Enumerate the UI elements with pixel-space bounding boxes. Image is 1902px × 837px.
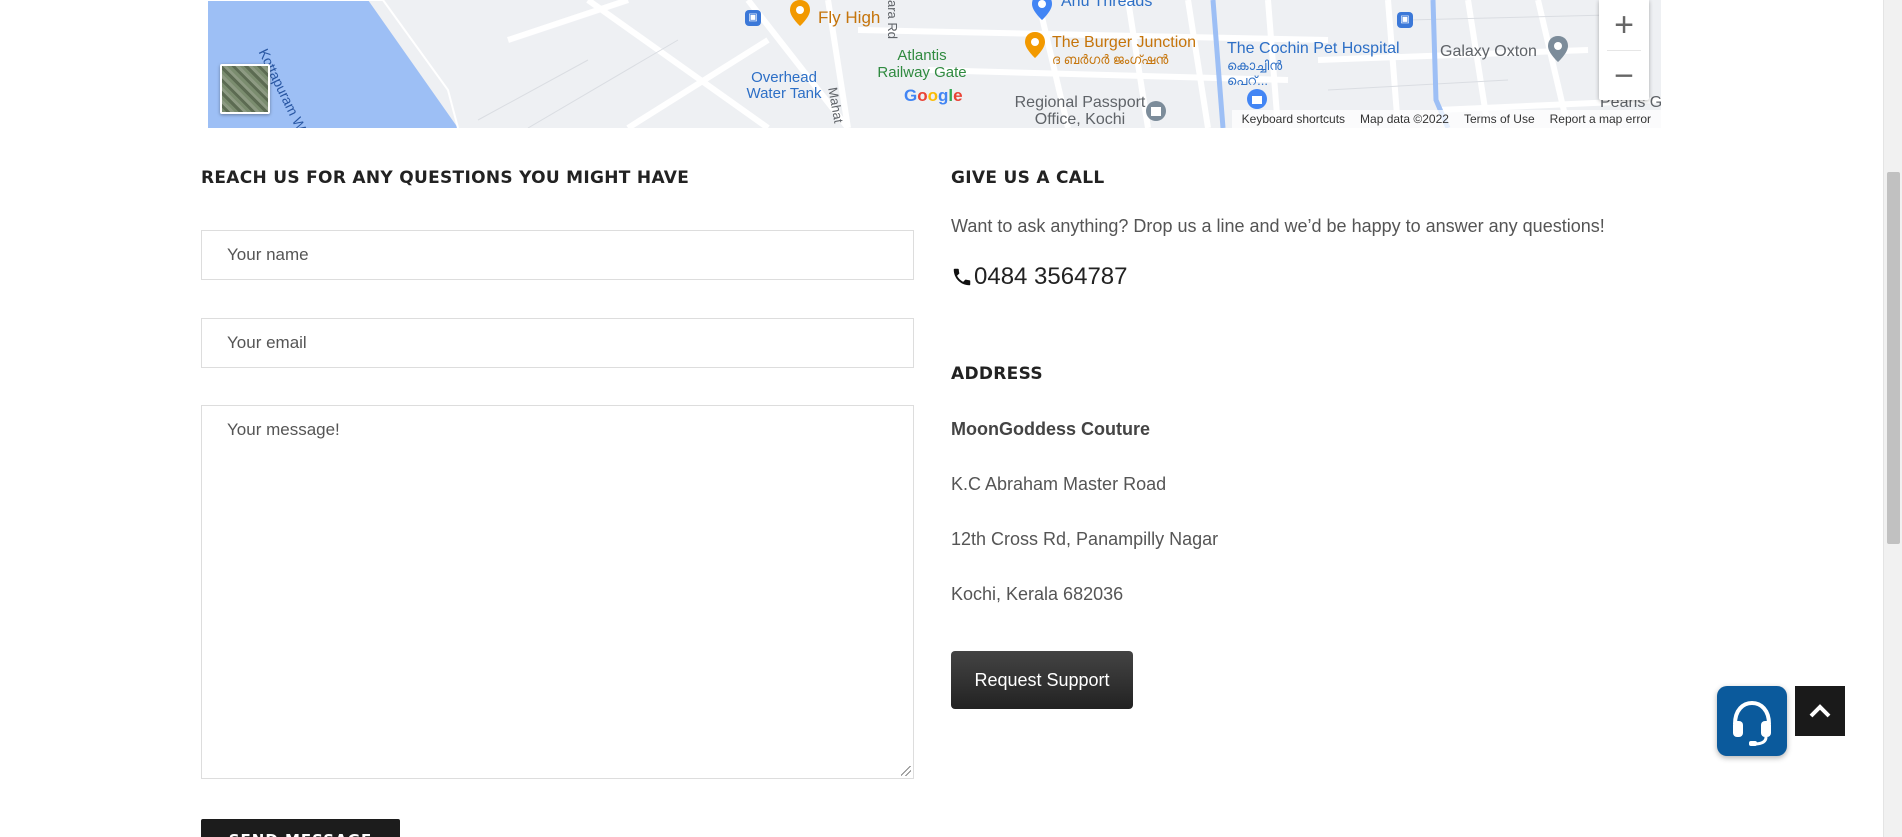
headset-icon xyxy=(1733,700,1771,746)
embedded-map[interactable]: Kottapuram Waterway ▣ Fly High ara Rd At… xyxy=(208,0,1661,128)
map-label-galaxy-oxton: Galaxy Oxton xyxy=(1440,43,1537,60)
map-data-text: Map data ©2022 xyxy=(1360,112,1449,126)
zoom-in-button[interactable]: + xyxy=(1599,0,1649,50)
message-textarea[interactable]: Your message! xyxy=(201,405,914,779)
phone-number-text: 0484 3564787 xyxy=(974,263,1128,290)
name-input[interactable]: Your name xyxy=(201,230,914,280)
satellite-toggle-button[interactable] xyxy=(220,64,270,114)
phone-number[interactable]: 0484 3564787 xyxy=(951,263,1128,291)
bus-stop-icon[interactable]: ▣ xyxy=(745,10,761,26)
map-label-anu-threads: Anu Threads xyxy=(1061,0,1153,10)
resize-handle-icon[interactable] xyxy=(901,766,911,776)
address-line-3: Kochi, Kerala 682036 xyxy=(951,584,1124,604)
keyboard-shortcuts-link[interactable]: Keyboard shortcuts xyxy=(1242,112,1345,126)
name-input-placeholder: Your name xyxy=(227,245,309,264)
address-heading: ADDRESS xyxy=(951,364,1043,384)
help-chat-widget[interactable] xyxy=(1717,686,1787,756)
map-label-burger-junction: The Burger Junction xyxy=(1052,34,1197,51)
page-scrollbar[interactable] xyxy=(1883,0,1902,837)
email-input[interactable]: Your email xyxy=(201,318,914,368)
call-heading: GIVE US A CALL xyxy=(951,168,1105,188)
government-icon[interactable] xyxy=(1145,100,1167,126)
back-to-top-button[interactable] xyxy=(1795,686,1845,736)
google-logo: Google xyxy=(904,86,963,105)
request-support-button[interactable]: Request Support xyxy=(951,651,1133,709)
company-name: MoonGoddess Couture xyxy=(951,419,1150,439)
report-map-error-link[interactable]: Report a map error xyxy=(1550,112,1651,126)
burger-pin-icon[interactable] xyxy=(1024,32,1046,58)
call-description: Want to ask anything? Drop us a line and… xyxy=(951,216,1605,236)
map-footer: Keyboard shortcuts Map data ©2022 Terms … xyxy=(1231,110,1661,128)
restaurant-pin-icon[interactable] xyxy=(789,0,811,26)
message-textarea-placeholder: Your message! xyxy=(227,420,340,439)
chevron-up-icon xyxy=(1809,704,1831,718)
zoom-out-button[interactable]: − xyxy=(1599,51,1649,101)
map-label-burger-junction-ml: ദ ബർഗർ ജംഗ്ഷൻ xyxy=(1052,52,1169,67)
map-label-pet-hospital-ml: കൊച്ചിൻ പെറ്... xyxy=(1227,58,1283,88)
address-line-1: K.C Abraham Master Road xyxy=(951,474,1167,494)
phone-icon xyxy=(953,268,971,286)
email-input-placeholder: Your email xyxy=(227,333,307,352)
scrollbar-thumb[interactable] xyxy=(1887,172,1900,544)
map-label-atlantis: Atlantis Railway Gate xyxy=(877,47,967,81)
send-message-button[interactable]: SEND MESSAGE xyxy=(201,819,400,837)
map-label-pet-hospital: The Cochin Pet Hospital xyxy=(1227,40,1400,57)
address-line-2: 12th Cross Rd, Panampilly Nagar xyxy=(951,529,1219,549)
map-label-passport-office: Regional Passport Office, Kochi xyxy=(1014,94,1146,128)
map-zoom-controls: + − xyxy=(1599,0,1649,100)
form-heading: REACH US FOR ANY QUESTIONS YOU MIGHT HAV… xyxy=(201,168,690,188)
map-label-overhead-tank: Overhead Water Tank xyxy=(746,69,822,102)
location-pin-icon[interactable] xyxy=(1547,36,1569,62)
bus-stop-icon-2[interactable]: ▣ xyxy=(1397,12,1413,28)
terms-of-use-link[interactable]: Terms of Use xyxy=(1464,112,1535,126)
shop-pin-icon[interactable] xyxy=(1031,0,1053,20)
map-label-road: ara Rd xyxy=(885,0,900,40)
map-label-fly-high: Fly High xyxy=(818,8,881,27)
